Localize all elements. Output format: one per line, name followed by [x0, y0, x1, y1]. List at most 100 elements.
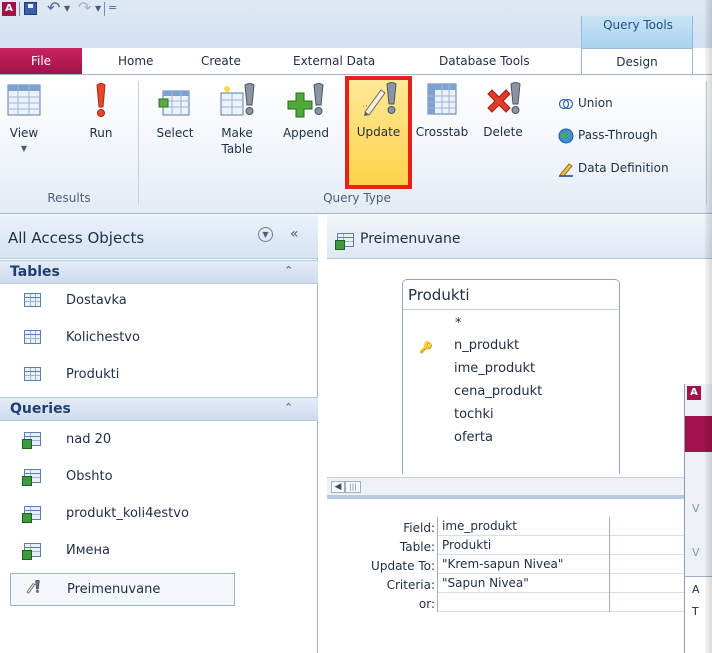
- document-tab-label: Preimenuvane: [360, 231, 461, 247]
- data-definition-button[interactable]: Data Definition: [558, 158, 669, 178]
- nav-item-dostavka[interactable]: Dostavka: [10, 289, 235, 315]
- grid-row-label: Table:: [399, 540, 435, 554]
- document-tab[interactable]: Preimenuvane: [327, 215, 712, 259]
- primary-key-icon: 🔑: [419, 341, 433, 354]
- field-list-body: * 🔑 n_produkt ime_produkt cena_produkt t…: [403, 310, 619, 480]
- grid-cell-or[interactable]: [438, 593, 609, 612]
- access-logo-icon: A: [2, 2, 16, 16]
- shutter-bar-collapse-icon[interactable]: «: [290, 226, 299, 242]
- field-list-title[interactable]: Produkti: [403, 280, 619, 310]
- query-tools-label: Query Tools: [603, 18, 673, 32]
- field-item[interactable]: ime_produkt: [454, 361, 535, 376]
- nav-title[interactable]: All Access Objects: [8, 229, 144, 247]
- delete-icon: [487, 82, 521, 114]
- delete-button[interactable]: Delete: [476, 80, 530, 140]
- group-separator: [138, 81, 139, 205]
- nav-item-label: nad 20: [66, 432, 112, 447]
- grid-cell-table[interactable]: Produkti: [438, 536, 609, 555]
- nav-item-produkti[interactable]: Produkti: [10, 363, 235, 389]
- field-item[interactable]: oferta: [454, 430, 493, 445]
- query-icon: [22, 543, 41, 560]
- horizontal-scrollbar[interactable]: ◀ |||: [327, 477, 712, 495]
- grid-cell-field[interactable]: ime_produkt: [438, 517, 609, 536]
- pass-through-button[interactable]: Pass-Through: [558, 125, 658, 145]
- clipped-letter: T: [692, 605, 699, 618]
- undo-icon[interactable]: ↶: [47, 0, 60, 17]
- redo-dropdown-icon[interactable]: ▼: [95, 4, 101, 13]
- nav-item-kolichestvo[interactable]: Kolichestvo: [10, 326, 235, 352]
- grid-row-label: or:: [418, 597, 435, 611]
- select-query-button[interactable]: Select: [150, 81, 200, 141]
- queries-section-header[interactable]: Queries ⌃: [0, 397, 318, 421]
- append-icon: [287, 83, 324, 118]
- collapse-section-icon[interactable]: ⌃: [284, 401, 293, 414]
- qa-separator: [104, 2, 105, 16]
- grid-cell-update-to[interactable]: "Krem-sapun Nivea": [438, 555, 609, 574]
- nav-item-label: Dostavka: [66, 293, 127, 308]
- grid-row-label: Criteria:: [386, 578, 435, 592]
- nav-item-label: Kolichestvo: [66, 330, 140, 345]
- query-document: Preimenuvane Produkti * 🔑 n_produkt ime_…: [327, 215, 712, 653]
- save-icon[interactable]: [24, 2, 37, 15]
- scroll-left-icon[interactable]: ◀: [331, 481, 345, 493]
- query-icon: [22, 432, 41, 449]
- nav-item-label: Obshto: [66, 469, 113, 484]
- nav-item-nad-20[interactable]: nad 20: [10, 428, 235, 454]
- field-item[interactable]: n_produkt: [454, 338, 519, 353]
- grid-row-label: Update To:: [371, 559, 435, 573]
- make-label: Make: [221, 126, 253, 140]
- run-button[interactable]: Run: [78, 81, 124, 141]
- nav-header: All Access Objects ▼ «: [0, 215, 318, 259]
- update-button[interactable]: Update: [349, 80, 408, 140]
- union-button[interactable]: Union: [558, 93, 613, 113]
- nav-item-preimenuvane[interactable]: Preimenuvane: [10, 573, 235, 606]
- undo-dropdown-icon[interactable]: ▼: [64, 4, 70, 13]
- query-type-group-label: Query Type: [323, 191, 391, 205]
- nav-item-imena[interactable]: Имена: [10, 539, 235, 565]
- append-button[interactable]: Append: [273, 81, 339, 141]
- field-list-produkti[interactable]: Produkti * 🔑 n_produkt ime_produkt cena_…: [402, 279, 620, 480]
- run-exclamation-icon: [96, 83, 106, 117]
- update-pencil-icon: [362, 82, 397, 116]
- globe-icon: [558, 128, 574, 144]
- field-item[interactable]: tochki: [454, 407, 494, 422]
- crosstab-label: Crosstab: [415, 125, 469, 139]
- field-item[interactable]: *: [455, 316, 462, 331]
- tab-design[interactable]: Design: [581, 48, 693, 75]
- make-table-button[interactable]: Make Table: [215, 81, 259, 157]
- view-dropdown-icon[interactable]: ▼: [2, 141, 46, 157]
- tables-section-header[interactable]: Tables ⌃: [0, 260, 318, 284]
- make-table-icon: [220, 83, 255, 116]
- qa-separator: [19, 2, 20, 16]
- title-bar: A ↶ ▼ ↷ ▼ = Query Tools: [0, 0, 712, 48]
- tab-file[interactable]: File: [0, 48, 82, 74]
- tab-create[interactable]: Create: [201, 54, 241, 68]
- update-query-icon: [26, 580, 40, 594]
- query-design-upper-pane[interactable]: Produkti * 🔑 n_produkt ime_produkt cena_…: [327, 259, 712, 480]
- crosstab-button[interactable]: Crosstab: [412, 80, 472, 140]
- queries-section-label: Queries: [10, 401, 71, 417]
- redo-icon[interactable]: ↷: [78, 0, 91, 17]
- query-icon: [335, 233, 354, 250]
- field-item[interactable]: cena_produkt: [454, 384, 542, 399]
- append-label: Append: [282, 126, 330, 140]
- crosstab-icon: [427, 83, 457, 115]
- union-label: Union: [578, 96, 613, 110]
- tables-section-label: Tables: [10, 264, 60, 280]
- collapse-section-icon[interactable]: ⌃: [284, 264, 293, 277]
- tab-database-tools[interactable]: Database Tools: [439, 54, 530, 68]
- nav-menu-dropdown-icon[interactable]: ▼: [258, 227, 273, 242]
- tab-home[interactable]: Home: [118, 54, 153, 68]
- tab-external-data[interactable]: External Data: [293, 54, 375, 68]
- nav-item-obshto[interactable]: Obshto: [10, 465, 235, 491]
- delete-label: Delete: [483, 125, 523, 139]
- grid-cell-criteria[interactable]: "Sapun Nivea": [438, 574, 609, 593]
- table-label: Table: [221, 142, 253, 156]
- scroll-thumb[interactable]: |||: [345, 481, 361, 493]
- nav-item-produkt-koli4estvo[interactable]: produkt_koli4estvo: [10, 502, 235, 528]
- nav-item-label: Produkti: [66, 367, 120, 382]
- view-button[interactable]: View ▼: [2, 81, 46, 157]
- customize-qa-icon[interactable]: =: [108, 1, 117, 14]
- select-label: Select: [156, 126, 194, 140]
- table-icon: [24, 367, 41, 381]
